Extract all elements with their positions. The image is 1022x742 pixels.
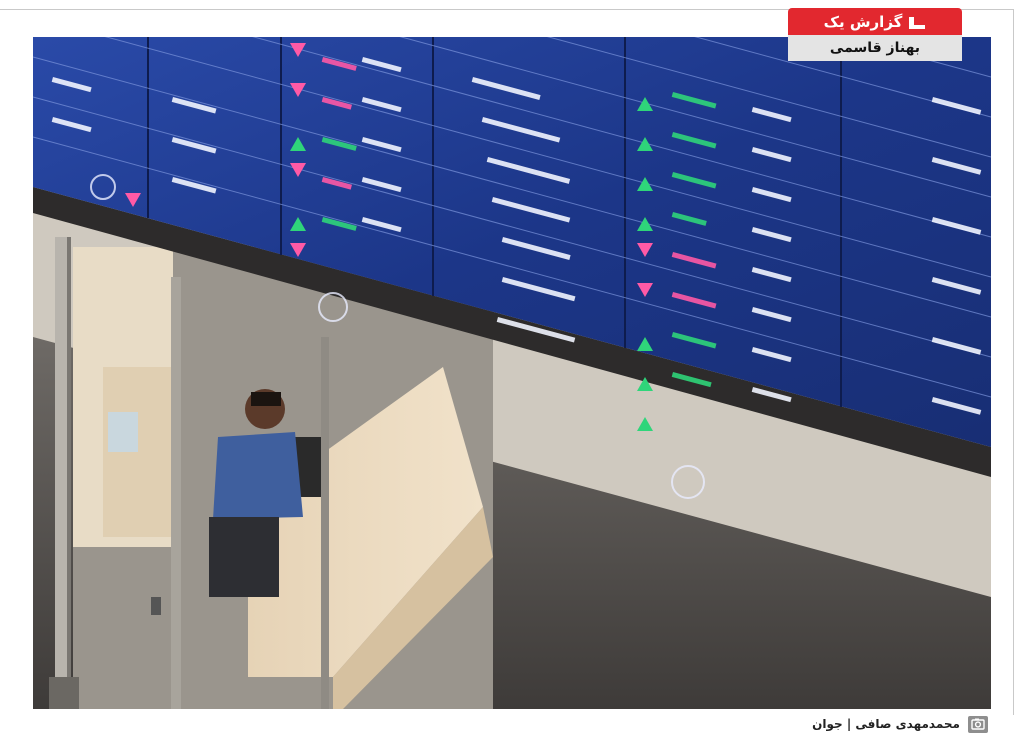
section-label-bar: گزارش یک (788, 8, 962, 35)
author-name: بهناز قاسمی (829, 40, 921, 56)
stock-exchange-photo (33, 37, 991, 709)
frame-right-rule (1013, 9, 1014, 715)
photo-caption: محمدمهدی صافی | جوان (812, 714, 988, 734)
check-mark-icon (908, 14, 926, 30)
section-label: گزارش یک (823, 12, 903, 31)
camera-icon (968, 715, 988, 733)
author-bar: بهناز قاسمی (788, 35, 962, 61)
section-badge: گزارش یک بهناز قاسمی (788, 8, 962, 61)
photo-credit: محمدمهدی صافی | جوان (812, 717, 960, 731)
